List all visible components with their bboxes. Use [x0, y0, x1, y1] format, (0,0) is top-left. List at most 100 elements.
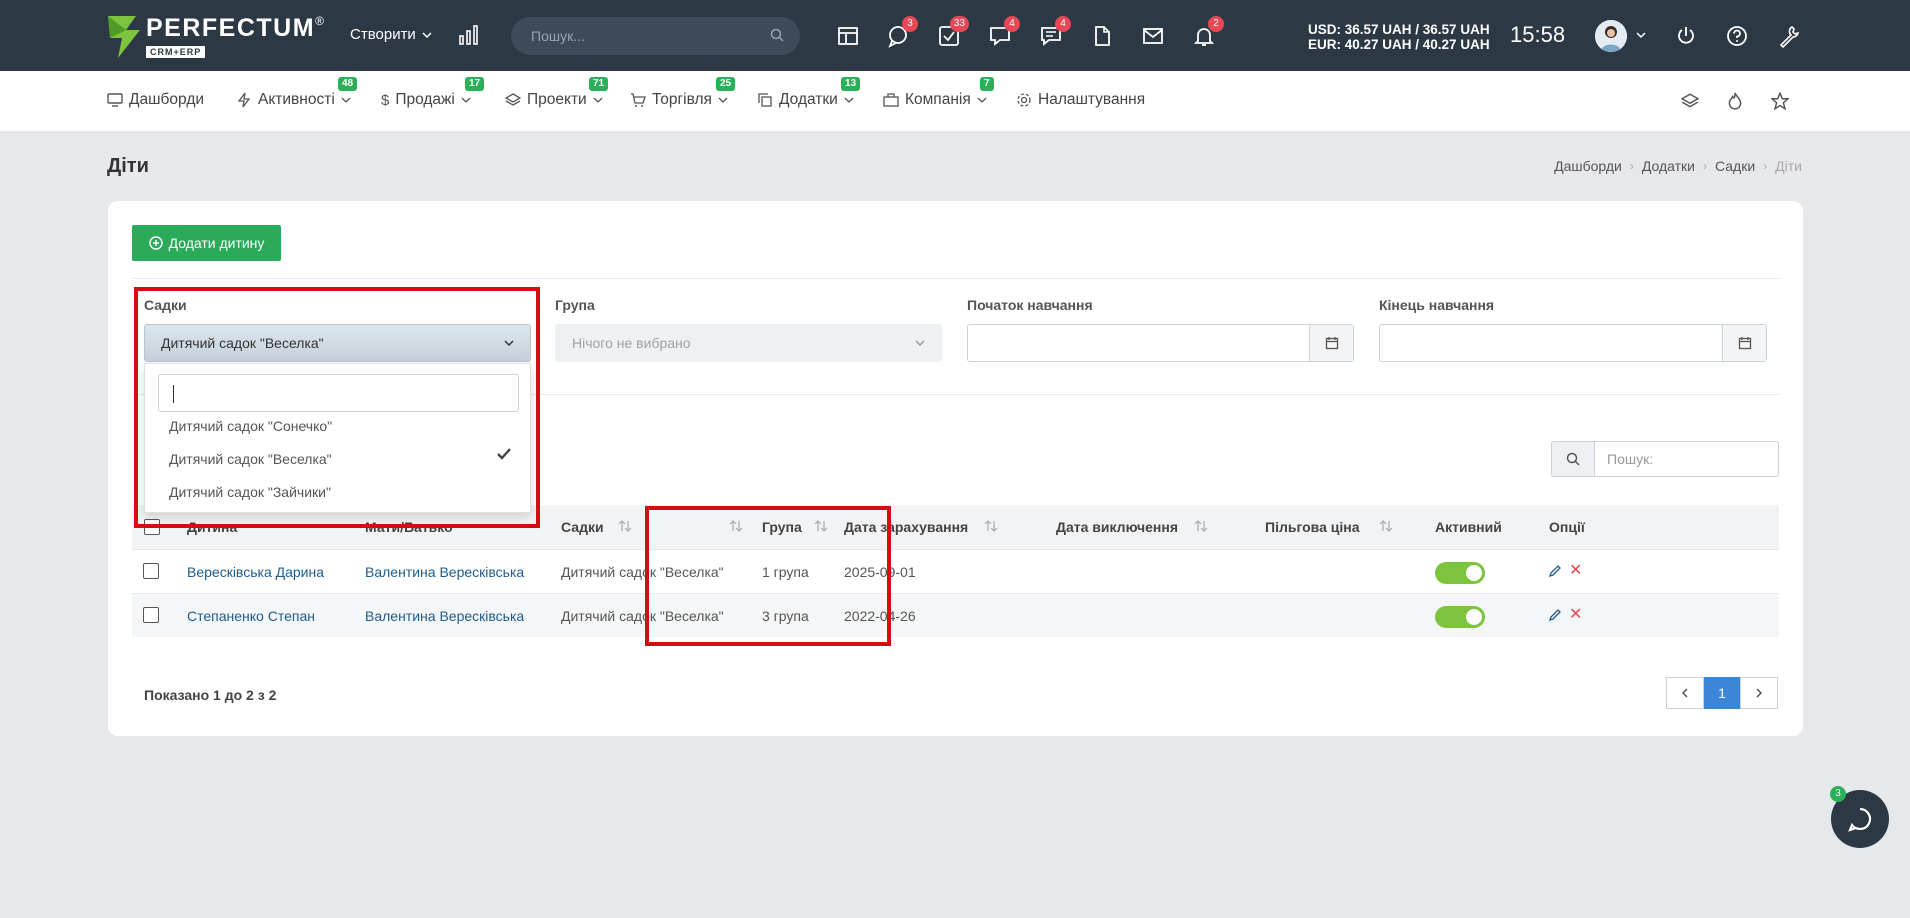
- column-header-enrolled[interactable]: Дата зарахування: [844, 519, 968, 535]
- monitor-icon: [107, 93, 123, 107]
- add-child-button[interactable]: Додати дитину: [132, 225, 281, 261]
- mail-icon[interactable]: [1141, 24, 1165, 48]
- group-select[interactable]: Нічого не вибрано: [555, 324, 942, 362]
- support-chat-button[interactable]: 3: [1830, 786, 1889, 848]
- end-date-label: Кінець навчання: [1379, 297, 1495, 313]
- parent-name-link[interactable]: Валентина Вересківська: [365, 608, 524, 624]
- dropdown-search-input[interactable]: [158, 374, 519, 412]
- breadcrumb-item[interactable]: Садки: [1715, 158, 1755, 174]
- column-header-gardens[interactable]: Садки: [561, 519, 604, 535]
- avatar[interactable]: [1595, 20, 1627, 52]
- search-icon[interactable]: [770, 28, 784, 42]
- chevron-down-icon: [504, 340, 514, 347]
- sort-icon[interactable]: [1194, 519, 1208, 536]
- logo[interactable]: PERFECTUM® CRM+ERP: [106, 14, 324, 62]
- help-icon[interactable]: [1726, 25, 1748, 47]
- row-checkbox[interactable]: [143, 607, 159, 623]
- chevron-down-icon: [461, 97, 471, 103]
- sadky-select[interactable]: Дитячий садок "Веселка": [144, 324, 531, 362]
- logo-registered: ®: [315, 14, 324, 28]
- nav-item-company[interactable]: Компанія 7: [883, 77, 994, 109]
- breadcrumb-item[interactable]: Додатки: [1642, 158, 1695, 174]
- power-icon[interactable]: [1675, 25, 1697, 47]
- dropdown-option[interactable]: Дитячий садок "Сонечко": [169, 418, 332, 434]
- messages-badge: 4: [1055, 16, 1071, 32]
- breadcrumb-item[interactable]: Дашборди: [1554, 158, 1622, 174]
- edit-pencil-icon[interactable]: [1548, 608, 1562, 622]
- group-cell: 1 група: [762, 564, 809, 580]
- parent-name-link[interactable]: Валентина Вересківська: [365, 564, 524, 580]
- document-icon[interactable]: [1090, 24, 1114, 48]
- sort-icon[interactable]: [1379, 519, 1393, 536]
- create-menu-button[interactable]: Створити: [350, 26, 432, 43]
- garden-cell: Дитячий садок "Веселка": [561, 564, 724, 580]
- pagination-next[interactable]: [1740, 677, 1778, 709]
- chevron-down-icon[interactable]: [1636, 30, 1646, 40]
- pagination-prev[interactable]: [1666, 677, 1704, 709]
- tasks-check-icon[interactable]: 33: [937, 16, 969, 48]
- sort-icon[interactable]: [729, 519, 743, 536]
- nav-item-projects[interactable]: Проекти 71: [505, 77, 609, 109]
- column-header-excluded[interactable]: Дата виключення: [1056, 519, 1178, 535]
- active-toggle[interactable]: [1435, 562, 1485, 584]
- nav-item-sales[interactable]: $ Продажі 17: [381, 77, 485, 109]
- nav-item-activities[interactable]: Активності 48: [236, 77, 358, 109]
- end-date-input[interactable]: [1379, 324, 1767, 362]
- wrench-icon[interactable]: [1777, 24, 1801, 48]
- nav-badge: 25: [716, 77, 736, 91]
- search-icon: [1566, 452, 1580, 466]
- nav-label: Проекти: [527, 91, 587, 108]
- nav-label: Торгівля: [652, 91, 712, 108]
- group-filter-label: Група: [555, 297, 595, 313]
- column-header-group[interactable]: Група: [762, 519, 802, 535]
- enrolled-date-cell: 2025-09-01: [844, 564, 916, 580]
- layers-icon[interactable]: [1681, 92, 1699, 110]
- sort-icon[interactable]: [618, 519, 632, 536]
- bar-chart-icon[interactable]: [458, 24, 480, 46]
- global-search-input[interactable]: [511, 17, 800, 55]
- calendar-icon[interactable]: [1722, 325, 1766, 361]
- nav-item-dashboards[interactable]: Дашборди: [107, 91, 204, 109]
- child-name-link[interactable]: Степаненко Степан: [187, 608, 315, 624]
- top-bar: PERFECTUM® CRM+ERP Створити 3 33 4 4: [0, 0, 1910, 71]
- star-icon[interactable]: [1771, 92, 1789, 110]
- fire-icon[interactable]: [1726, 92, 1744, 110]
- sort-icon[interactable]: [984, 519, 998, 536]
- dropdown-option-selected[interactable]: Дитячий садок "Веселка": [169, 451, 332, 467]
- column-header-options: Опції: [1549, 519, 1585, 535]
- nav-item-addons[interactable]: Додатки 13: [757, 77, 861, 109]
- delete-x-icon[interactable]: ✕: [1569, 560, 1582, 580]
- edit-pencil-icon[interactable]: [1548, 564, 1562, 578]
- child-name-link[interactable]: Вересківська Дарина: [187, 564, 324, 580]
- chevron-down-icon: [977, 97, 987, 103]
- group-cell: 3 група: [762, 608, 809, 624]
- bell-icon[interactable]: 2: [1192, 16, 1224, 48]
- active-toggle[interactable]: [1435, 606, 1485, 628]
- messages-icon[interactable]: 4: [1039, 16, 1071, 48]
- discussion-icon[interactable]: 4: [988, 16, 1020, 48]
- column-header-parent[interactable]: Мати/Батько: [365, 519, 453, 535]
- start-date-input[interactable]: [967, 324, 1354, 362]
- nav-label: Активності: [258, 91, 335, 108]
- calendar-icon[interactable]: [1309, 325, 1353, 361]
- plus-circle-icon: [148, 236, 163, 250]
- nav-item-settings[interactable]: Налаштування: [1016, 91, 1145, 109]
- column-header-discount[interactable]: Пільгова ціна: [1265, 519, 1360, 535]
- column-header-child[interactable]: Дитина: [187, 519, 237, 535]
- select-all-checkbox[interactable]: [144, 519, 160, 535]
- dropdown-option[interactable]: Дитячий садок "Зайчики": [169, 484, 331, 500]
- row-checkbox[interactable]: [143, 563, 159, 579]
- table-search-input[interactable]: [1595, 441, 1779, 477]
- content-card: Додати дитину Садки Дитячий садок "Весел…: [108, 201, 1803, 736]
- sort-icon[interactable]: [814, 519, 828, 536]
- table-search-button[interactable]: [1551, 441, 1595, 477]
- chevron-down-icon: [341, 97, 351, 103]
- pagination-page[interactable]: 1: [1704, 677, 1740, 709]
- nav-item-trade[interactable]: Торгівля 25: [630, 77, 736, 109]
- breadcrumb: Дашборди › Додатки › Садки › Діти: [1554, 158, 1802, 174]
- chat-bubble-icon[interactable]: 3: [886, 16, 918, 48]
- chevron-down-icon: [593, 97, 603, 103]
- layout-icon[interactable]: [836, 24, 860, 48]
- cart-icon: [631, 93, 646, 107]
- delete-x-icon[interactable]: ✕: [1569, 604, 1582, 624]
